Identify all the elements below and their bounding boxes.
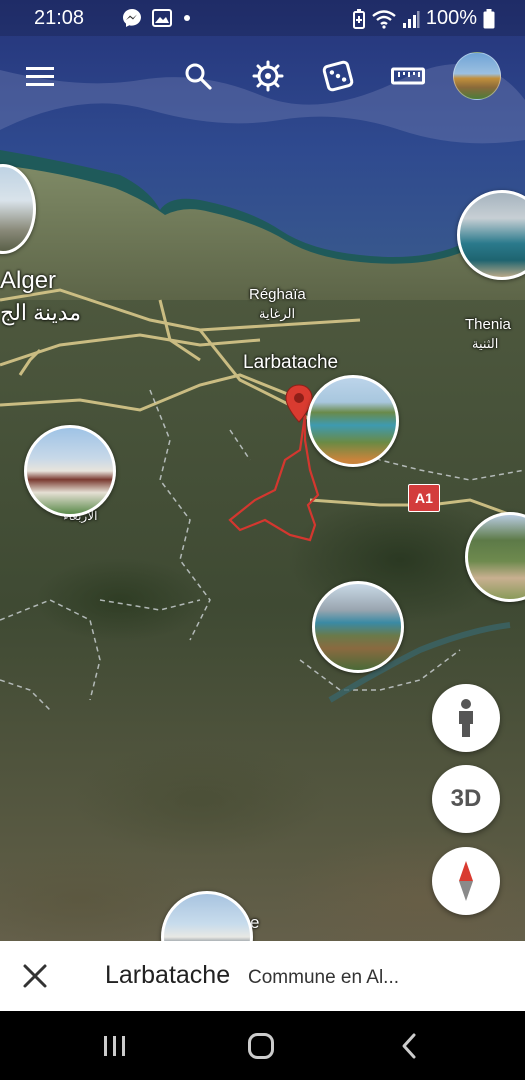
road-shield-a1: A1 xyxy=(408,484,440,512)
dot-icon xyxy=(184,15,190,21)
battery-percentage: 100% xyxy=(425,7,477,29)
messenger-icon xyxy=(123,9,141,27)
recents-icon xyxy=(104,1036,125,1056)
ruler-icon xyxy=(391,67,425,85)
status-time: 21:08 xyxy=(34,7,85,29)
label-larbatache[interactable]: Larbatache xyxy=(243,352,338,374)
label-reghaia[interactable]: Réghaïa xyxy=(249,286,306,303)
recents-button[interactable] xyxy=(98,1029,132,1063)
battery-icon xyxy=(483,8,495,28)
search-icon xyxy=(185,63,212,90)
search-button[interactable] xyxy=(178,56,218,96)
measure-button[interactable] xyxy=(388,56,428,96)
signal-icon xyxy=(402,10,420,28)
dice-icon xyxy=(322,60,354,92)
voyager-button[interactable] xyxy=(248,56,288,96)
feeling-lucky-button[interactable] xyxy=(318,56,358,96)
top-toolbar xyxy=(0,46,525,106)
photo-thumbnail-dam[interactable] xyxy=(312,581,404,673)
battery-saver-icon xyxy=(352,8,365,29)
close-icon[interactable] xyxy=(20,961,50,991)
label-thenia-arabic: الثنية xyxy=(472,336,499,351)
label-alger[interactable]: Alger xyxy=(0,267,56,295)
navigation-bar xyxy=(0,1011,525,1080)
toggle-3d-button[interactable]: 3D xyxy=(432,765,500,833)
wifi-icon xyxy=(372,9,396,29)
label-thenia[interactable]: Thenia xyxy=(465,316,511,333)
photo-thumbnail-lake[interactable] xyxy=(307,375,399,467)
pegman-icon xyxy=(459,699,473,737)
label-alger-arabic: مدينة الج xyxy=(0,300,82,325)
back-button[interactable] xyxy=(392,1029,426,1063)
label-reghaia-arabic: الرغاية xyxy=(259,306,296,321)
status-bar: 21:08 100% xyxy=(0,0,525,36)
photo-thumbnail-mosque[interactable] xyxy=(24,425,116,517)
place-bottom-sheet[interactable]: Larbatache Commune en Al... xyxy=(0,941,525,1011)
gallery-icon xyxy=(152,9,172,27)
avatar[interactable] xyxy=(453,52,501,100)
menu-icon xyxy=(26,67,54,86)
back-icon xyxy=(402,1033,416,1059)
home-icon xyxy=(248,1033,274,1059)
place-title: Larbatache xyxy=(105,961,231,989)
place-subtitle: Commune en Al... xyxy=(248,967,400,988)
home-button[interactable] xyxy=(244,1029,278,1063)
street-view-button[interactable] xyxy=(432,684,500,752)
voyager-icon xyxy=(252,60,284,92)
compass-button[interactable] xyxy=(432,847,500,915)
menu-button[interactable] xyxy=(20,56,60,96)
three-d-label: 3D xyxy=(450,785,482,812)
map-view[interactable]: Alger مدينة الج Réghaïa الرغاية Thenia ا… xyxy=(0,0,525,1010)
compass-icon xyxy=(459,861,473,901)
